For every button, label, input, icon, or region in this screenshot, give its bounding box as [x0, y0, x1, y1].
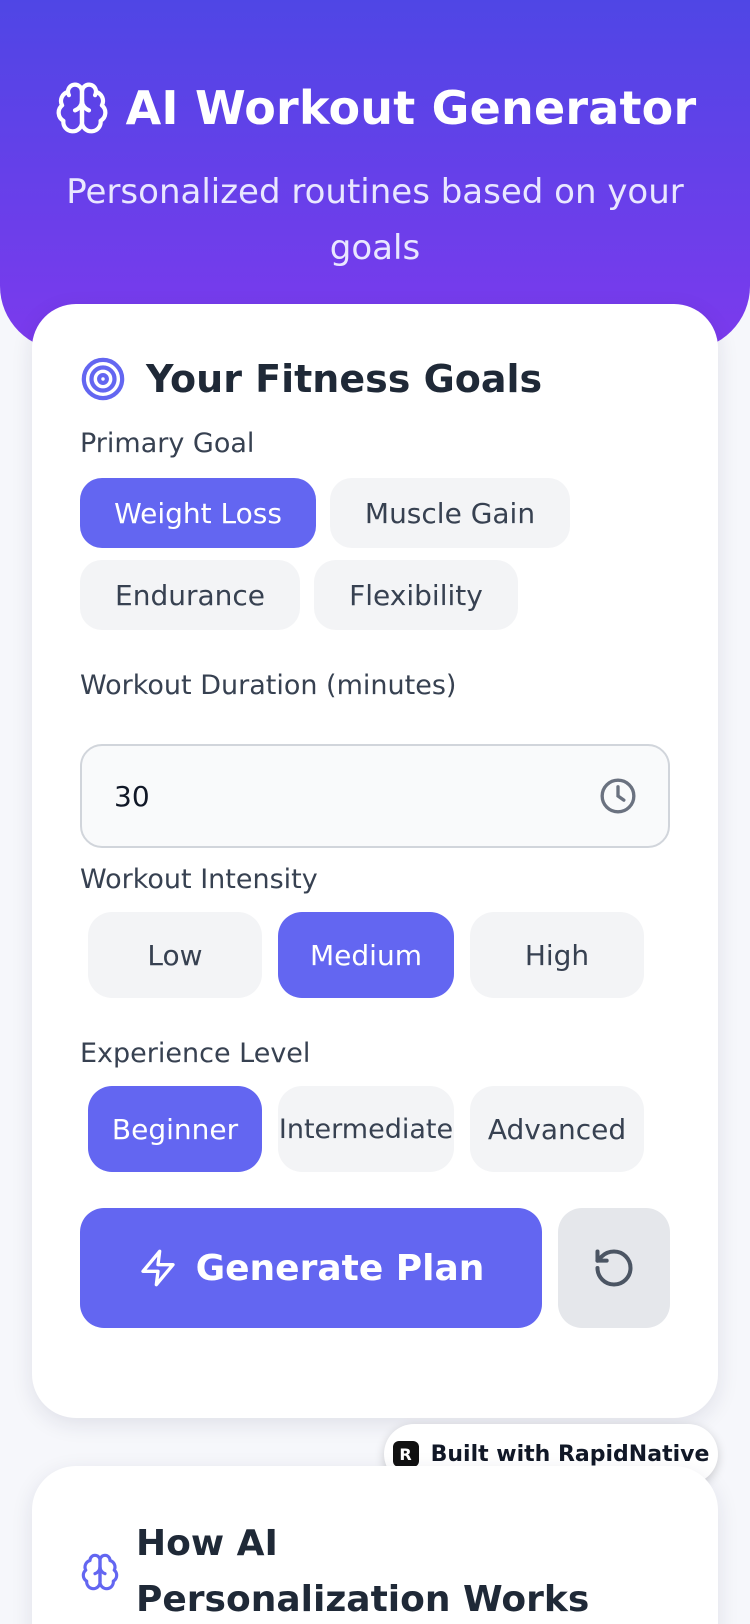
rapidnative-logo: R	[392, 1441, 419, 1467]
intensity-medium-chip[interactable]: Medium	[278, 912, 454, 998]
clock-icon	[600, 778, 636, 814]
header-banner: AI Workout Generator Personalized routin…	[0, 0, 750, 350]
goal-endurance-chip[interactable]: Endurance	[80, 560, 300, 630]
app-title: AI Workout Generator	[0, 80, 750, 136]
intensity-high-chip[interactable]: High	[470, 912, 644, 998]
info-card-title-text: How AI Personalization Works	[136, 1523, 590, 1620]
generate-plan-label: Generate Plan	[195, 1247, 485, 1289]
goal-weight-loss-chip[interactable]: Weight Loss	[80, 478, 316, 548]
experience-beginner-chip[interactable]: Beginner	[88, 1086, 262, 1172]
primary-goal-label: Primary Goal	[80, 428, 255, 459]
badge-text: Built with RapidNative	[430, 1441, 710, 1467]
card-title-text: Your Fitness Goals	[146, 357, 543, 401]
experience-intermediate-chip[interactable]: Intermediate	[278, 1086, 454, 1172]
experience-label: Experience Level	[80, 1038, 311, 1069]
reset-icon	[595, 1249, 633, 1287]
info-card-title: How AI Personalization Works	[80, 1516, 596, 1624]
generate-plan-button[interactable]: Generate Plan	[80, 1208, 542, 1328]
brain-icon	[81, 1553, 119, 1591]
target-icon	[81, 357, 125, 401]
duration-input[interactable]	[114, 779, 514, 813]
goal-muscle-gain-chip[interactable]: Muscle Gain	[330, 478, 570, 548]
card-title: Your Fitness Goals	[80, 356, 542, 402]
app-title-text: AI Workout Generator	[125, 81, 697, 135]
lightning-icon	[140, 1249, 175, 1287]
reset-button[interactable]	[558, 1208, 670, 1328]
ai-personalization-card: How AI Personalization Works	[32, 1466, 718, 1624]
intensity-low-chip[interactable]: Low	[88, 912, 262, 998]
duration-label: Workout Duration (minutes)	[80, 670, 457, 701]
brain-icon	[56, 82, 108, 134]
duration-field[interactable]	[80, 744, 670, 848]
experience-advanced-chip[interactable]: Advanced	[470, 1086, 644, 1172]
app-subtitle: Personalized routines based on your goal…	[66, 172, 684, 268]
goal-flexibility-chip[interactable]: Flexibility	[314, 560, 518, 630]
intensity-label: Workout Intensity	[80, 864, 318, 895]
fitness-goals-card: Your Fitness Goals Primary Goal Weight L…	[32, 304, 718, 1418]
